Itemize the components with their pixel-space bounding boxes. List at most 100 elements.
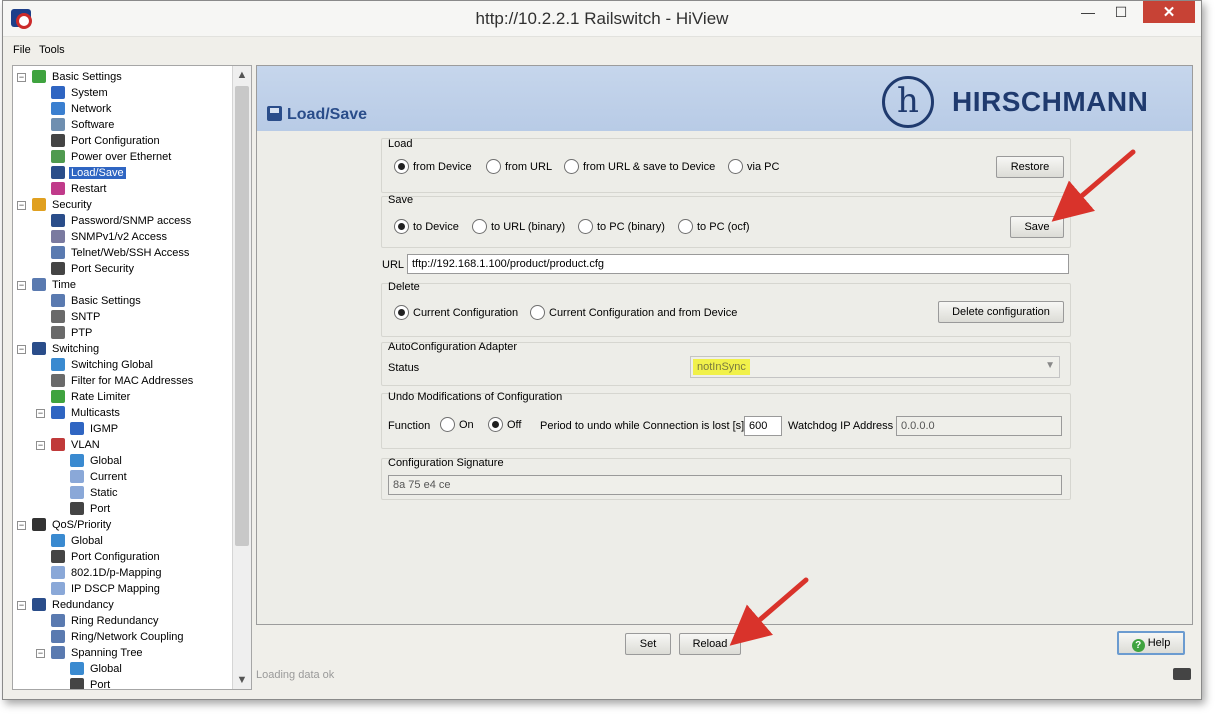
- tree-item-label: System: [71, 87, 108, 99]
- tree-item[interactable]: Password/SNMP access: [51, 213, 193, 229]
- table-icon: [51, 582, 65, 595]
- tree-item[interactable]: Current: [70, 469, 129, 485]
- tree-collapse-icon[interactable]: −: [17, 73, 26, 82]
- tree-item[interactable]: Spanning Tree: [51, 645, 145, 661]
- radio-icon: [530, 305, 545, 320]
- tree-item[interactable]: PTP: [51, 325, 94, 341]
- multicast-icon: [51, 406, 65, 419]
- scroll-down-icon[interactable]: ▼: [233, 671, 251, 689]
- radio-label: Off: [507, 419, 522, 431]
- tree-item[interactable]: Global: [70, 661, 124, 677]
- watchdog-ip-input[interactable]: 0.0.0.0: [896, 416, 1062, 436]
- load-via-pc-radio[interactable]: via PC: [728, 159, 779, 175]
- load-from-url-radio[interactable]: from URL: [486, 159, 552, 175]
- restore-button[interactable]: Restore: [996, 156, 1064, 178]
- scroll-thumb[interactable]: [235, 86, 249, 546]
- tree-collapse-icon[interactable]: −: [17, 281, 26, 290]
- tree-collapse-icon[interactable]: −: [36, 649, 45, 658]
- global-icon: [51, 534, 65, 547]
- tree-collapse-icon[interactable]: −: [17, 345, 26, 354]
- radio-label: to PC (ocf): [697, 221, 750, 233]
- menu-file[interactable]: File: [13, 44, 31, 56]
- tree-item[interactable]: Load/Save: [51, 165, 126, 181]
- maximize-button[interactable]: ☐: [1106, 1, 1136, 23]
- tree-collapse-icon[interactable]: −: [17, 521, 26, 530]
- tree-item[interactable]: Power over Ethernet: [51, 149, 173, 165]
- tree-item[interactable]: Switching Global: [51, 357, 155, 373]
- undo-off-radio[interactable]: Off: [488, 417, 521, 433]
- tree-item[interactable]: Network: [51, 101, 113, 117]
- tree-item[interactable]: Time: [32, 277, 78, 293]
- tree-item-label: Rate Limiter: [71, 391, 131, 403]
- tree-item[interactable]: Global: [70, 453, 124, 469]
- delete-current-radio[interactable]: Current Configuration: [394, 305, 518, 321]
- tree-item[interactable]: Port Configuration: [51, 549, 162, 565]
- tree-item[interactable]: System: [51, 85, 110, 101]
- tree-item[interactable]: QoS/Priority: [32, 517, 113, 533]
- close-button[interactable]: ✕: [1143, 1, 1195, 23]
- aca-status-select[interactable]: notInSync ▼: [690, 356, 1060, 378]
- tree-item[interactable]: Basic Settings: [32, 69, 124, 85]
- tree-item[interactable]: Switching: [32, 341, 101, 357]
- tree-collapse-icon[interactable]: −: [17, 601, 26, 610]
- save-to-pc-ocf-radio[interactable]: to PC (ocf): [678, 219, 750, 235]
- delete-current-and-device-radio[interactable]: Current Configuration and from Device: [530, 305, 737, 321]
- tree-item[interactable]: Multicasts: [51, 405, 122, 421]
- set-button[interactable]: Set: [625, 633, 671, 655]
- radio-icon: [472, 219, 487, 234]
- save-button[interactable]: Save: [1010, 216, 1064, 238]
- tree-item[interactable]: Port Configuration: [51, 133, 162, 149]
- load-from-url-save-radio[interactable]: from URL & save to Device: [564, 159, 715, 175]
- scroll-up-icon[interactable]: ▲: [233, 66, 251, 84]
- minimize-button[interactable]: —: [1073, 1, 1103, 23]
- tree-scrollbar[interactable]: ▲ ▼: [232, 66, 251, 689]
- tree-item[interactable]: Rate Limiter: [51, 389, 132, 405]
- tree-item[interactable]: SNTP: [51, 309, 102, 325]
- tree-item[interactable]: Redundancy: [32, 597, 116, 613]
- tree-item[interactable]: VLAN: [51, 437, 102, 453]
- delete-configuration-button[interactable]: Delete configuration: [938, 301, 1064, 323]
- tree-item[interactable]: Telnet/Web/SSH Access: [51, 245, 191, 261]
- tree-collapse-icon[interactable]: −: [36, 409, 45, 418]
- tree-item[interactable]: Restart: [51, 181, 108, 197]
- tree-item[interactable]: 802.1D/p-Mapping: [51, 565, 164, 581]
- save-to-url-radio[interactable]: to URL (binary): [472, 219, 565, 235]
- tree-collapse-icon[interactable]: −: [17, 201, 26, 210]
- tree-item[interactable]: Ring Redundancy: [51, 613, 160, 629]
- tree-item-label: Load/Save: [69, 167, 126, 179]
- url-input[interactable]: tftp://192.168.1.100/product/product.cfg: [407, 254, 1069, 274]
- tree-collapse-icon[interactable]: −: [36, 441, 45, 450]
- tree-item-label: Software: [71, 119, 115, 131]
- tree-item[interactable]: Filter for MAC Addresses: [51, 373, 195, 389]
- tree-item[interactable]: Static: [70, 485, 120, 501]
- radio-selected-icon: [394, 159, 409, 174]
- menu-tools[interactable]: Tools: [39, 44, 65, 56]
- global-icon: [51, 358, 65, 371]
- tree-item-label: QoS/Priority: [52, 519, 112, 531]
- tree-item[interactable]: Port: [70, 677, 112, 689]
- save-group: Save to Device to URL (binary) to PC (bi…: [381, 194, 1071, 248]
- period-input[interactable]: 600: [744, 416, 782, 436]
- tree-item[interactable]: Software: [51, 117, 116, 133]
- tree-item[interactable]: IGMP: [70, 421, 120, 437]
- save-to-pc-binary-radio[interactable]: to PC (binary): [578, 219, 665, 235]
- url-label: URL: [382, 259, 405, 271]
- radio-label: On: [459, 419, 474, 431]
- reload-button[interactable]: Reload: [679, 633, 741, 655]
- tree-item[interactable]: Basic Settings: [51, 293, 143, 309]
- tree-item[interactable]: Port: [70, 501, 112, 517]
- tree-item[interactable]: Ring/Network Coupling: [51, 629, 186, 645]
- tree-item[interactable]: Security: [32, 197, 94, 213]
- help-button[interactable]: ? Help: [1117, 631, 1185, 655]
- radio-selected-icon: [394, 305, 409, 320]
- save-to-device-radio[interactable]: to Device: [394, 219, 459, 235]
- load-from-device-radio[interactable]: from Device: [394, 159, 472, 175]
- star-icon: [32, 70, 46, 83]
- tree-item[interactable]: Global: [51, 533, 105, 549]
- undo-on-radio[interactable]: On: [440, 417, 474, 433]
- tree-item[interactable]: Port Security: [51, 261, 136, 277]
- tree-item-label: Basic Settings: [71, 295, 141, 307]
- tree-item[interactable]: SNMPv1/v2 Access: [51, 229, 169, 245]
- tree-item[interactable]: IP DSCP Mapping: [51, 581, 162, 597]
- tree-item-label: Current: [90, 471, 127, 483]
